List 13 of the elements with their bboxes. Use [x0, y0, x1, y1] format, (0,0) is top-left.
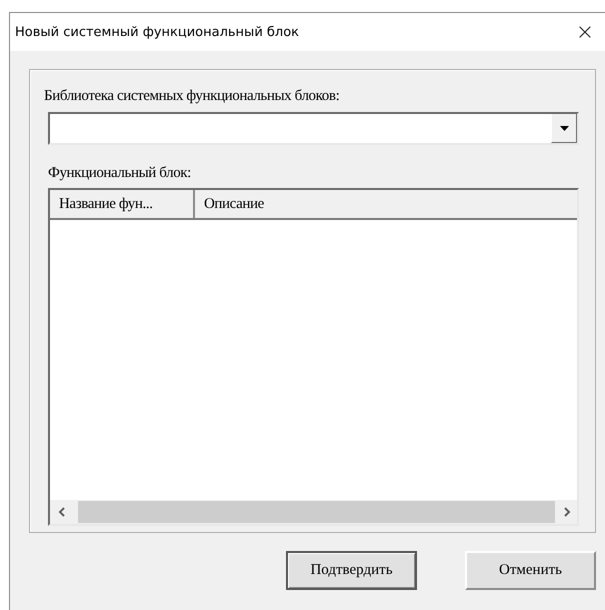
caret-icon: [560, 126, 568, 130]
dialog-button[interactable]: Отменить: [465, 551, 596, 590]
dropdown-button[interactable]: [551, 114, 577, 143]
column-header[interactable]: Описание: [195, 190, 577, 218]
block-label: Функциональный блок:: [48, 165, 192, 182]
column-header[interactable]: Название фун...: [50, 190, 195, 218]
library-dropdown[interactable]: [48, 112, 579, 145]
close-button[interactable]: ×: [565, 13, 605, 51]
window-title: Новый системный функциональный блок: [15, 24, 300, 40]
scrollbar-thumb[interactable]: [78, 501, 555, 523]
dialog-button[interactable]: Подтвердить: [286, 551, 417, 590]
horizontal-scrollbar[interactable]: [50, 500, 577, 524]
library-label: Библиотека системных функциональных блоков:: [44, 88, 340, 105]
